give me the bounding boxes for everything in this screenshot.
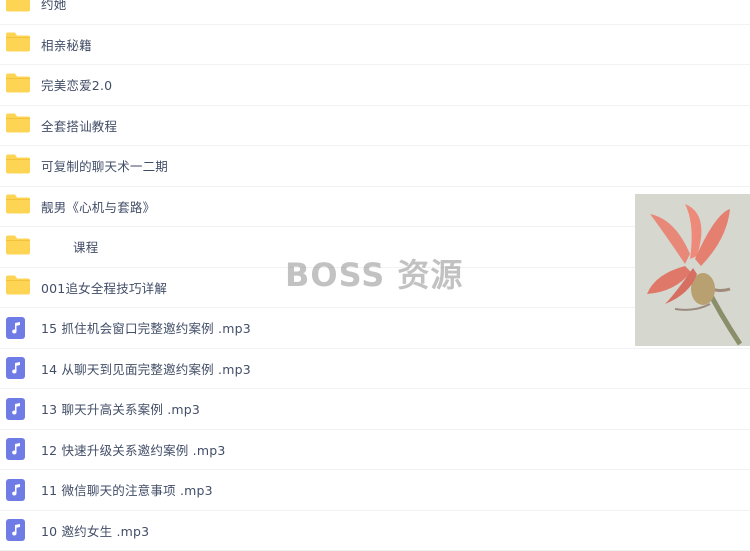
file-name: 10 邀约女生 .mp3 — [41, 521, 149, 540]
file-name: 完美恋爱2.0 — [41, 75, 112, 94]
file-name: 11 微信聊天的注意事项 .mp3 — [41, 480, 213, 499]
music-note-icon — [6, 519, 25, 541]
list-item[interactable]: 14 从聊天到见面完整邀约案例 .mp3 — [0, 349, 750, 390]
file-name: 全套搭讪教程 — [41, 116, 117, 135]
music-note-icon — [6, 438, 25, 460]
folder-icon — [6, 154, 30, 177]
list-item[interactable]: 13 聊天升高关系案例 .mp3 — [0, 389, 750, 430]
list-item[interactable]: 11 微信聊天的注意事项 .mp3 — [0, 470, 750, 511]
list-item[interactable]: 约她 — [0, 0, 750, 25]
list-item[interactable]: 10 邀约女生 .mp3 — [0, 511, 750, 551]
folder-icon — [6, 235, 30, 258]
file-name: 课程 — [73, 237, 98, 256]
folder-icon — [6, 114, 30, 137]
list-item[interactable]: 全套搭讪教程 — [0, 106, 750, 147]
list-item[interactable]: 12 快速升级关系邀约案例 .mp3 — [0, 430, 750, 471]
music-note-icon — [6, 357, 25, 379]
music-note-icon — [6, 317, 25, 339]
watermark: BOSS 资源 — [285, 250, 463, 296]
folder-icon — [6, 0, 30, 15]
file-name: 12 快速升级关系邀约案例 .mp3 — [41, 440, 226, 459]
file-name: 15 抓住机会窗口完整邀约案例 .mp3 — [41, 318, 251, 337]
music-note-icon — [6, 479, 25, 501]
list-item[interactable]: 可复制的聊天术一二期 — [0, 146, 750, 187]
file-name: 13 聊天升高关系案例 .mp3 — [41, 399, 200, 418]
file-name: 相亲秘籍 — [41, 35, 92, 54]
folder-icon — [6, 73, 30, 96]
file-name: 可复制的聊天术一二期 — [41, 156, 168, 175]
file-name: 14 从聊天到见面完整邀约案例 .mp3 — [41, 359, 251, 378]
folder-icon — [6, 33, 30, 56]
file-name: 001追女全程技巧详解 — [41, 278, 167, 297]
list-item[interactable]: 完美恋爱2.0 — [0, 65, 750, 106]
folder-icon — [6, 276, 30, 299]
file-name: 靓男《心机与套路》 — [41, 197, 155, 216]
list-item[interactable]: 相亲秘籍 — [0, 25, 750, 66]
file-name: 约她 — [41, 0, 66, 13]
folder-icon — [6, 195, 30, 218]
music-note-icon — [6, 398, 25, 420]
flower-thumbnail — [635, 194, 750, 346]
